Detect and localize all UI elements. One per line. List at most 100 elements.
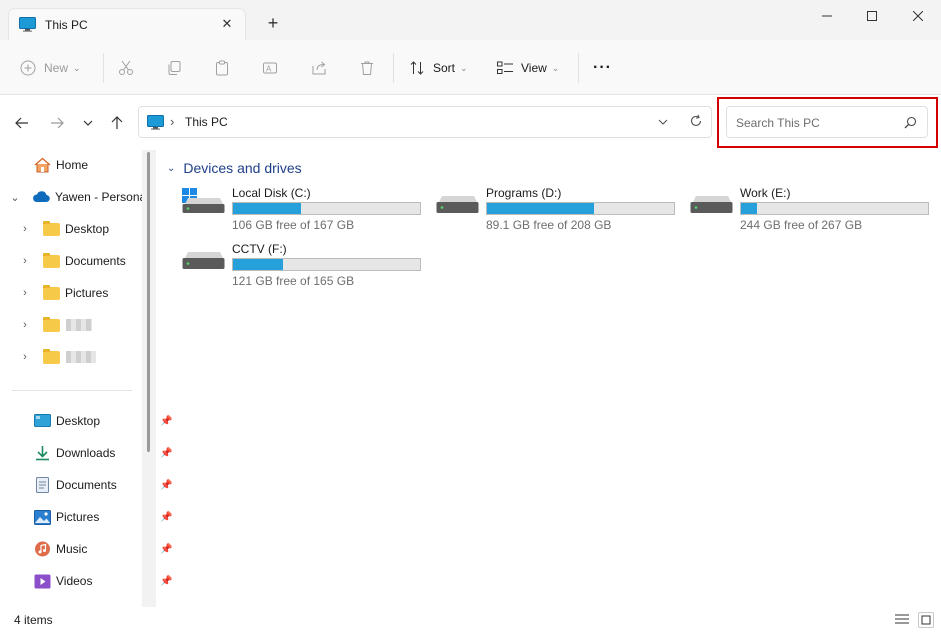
drive-free-space: 121 GB free of 165 GB [232, 274, 355, 288]
toolbar-divider [578, 53, 579, 83]
new-button[interactable]: New ⌄ [20, 53, 81, 83]
drive-item-d[interactable]: Programs (D:) 89.1 GB free of 208 GB [436, 186, 676, 234]
breadcrumb-separator: › [170, 114, 175, 129]
sidebar-divider [12, 390, 132, 391]
sidebar-scrollbar-thumb[interactable] [147, 152, 150, 452]
breadcrumb-this-pc[interactable]: This PC [185, 115, 228, 129]
view-button[interactable]: View ⌄ [497, 53, 559, 83]
share-button[interactable] [311, 53, 327, 83]
forward-button[interactable] [46, 113, 68, 133]
chevron-right-icon[interactable]: › [20, 319, 30, 331]
status-bar: 4 items [0, 607, 941, 632]
drive-name: Programs (D:) [486, 186, 562, 200]
up-button[interactable] [106, 113, 128, 133]
quick-access-videos[interactable]: Videos 📌 [34, 569, 172, 593]
search-input[interactable]: Search This PC [736, 116, 820, 130]
minimize-button[interactable] [804, 0, 850, 32]
sidebar-item-onedrive[interactable]: ⌄ Yawen - Personal [10, 185, 149, 209]
drive-usage-bar [232, 202, 421, 215]
sidebar-item-label: Videos [56, 574, 93, 588]
navigation-pane: Home ⌄ Yawen - Personal › Desktop › Docu… [0, 150, 172, 607]
rename-icon: A [263, 62, 277, 74]
toolbar-divider [103, 53, 104, 83]
new-tab-button[interactable]: + [262, 12, 284, 34]
sidebar-item-documents[interactable]: › Documents [20, 249, 126, 273]
close-window-button[interactable] [895, 0, 941, 32]
pin-icon: 📌 [160, 575, 173, 587]
item-count: 4 items [14, 613, 53, 627]
chevron-right-icon[interactable]: › [20, 351, 30, 363]
chevron-right-icon[interactable]: › [20, 223, 30, 235]
document-icon [36, 477, 49, 493]
sidebar-item-desktop[interactable]: › Desktop [20, 217, 109, 241]
group-header-devices[interactable]: ⌄ Devices and drives [167, 160, 302, 176]
sort-label: Sort [433, 61, 456, 75]
pin-icon: 📌 [160, 511, 173, 523]
svg-text:A: A [266, 65, 272, 74]
copy-button[interactable] [166, 53, 182, 83]
paste-button[interactable] [214, 53, 230, 83]
details-view-icon[interactable] [895, 613, 909, 625]
share-icon [312, 61, 326, 75]
drive-free-space: 244 GB free of 267 GB [740, 218, 863, 232]
minimize-icon [822, 15, 832, 17]
drive-item-f[interactable]: CCTV (F:) 121 GB free of 165 GB [182, 242, 422, 290]
drive-name: Work (E:) [740, 186, 791, 200]
more-options-button[interactable]: ··· [593, 53, 612, 83]
drive-usage-bar [740, 202, 929, 215]
chevron-down-icon[interactable]: ⌄ [167, 163, 175, 174]
drive-item-e[interactable]: Work (E:) 244 GB free of 267 GB [690, 186, 930, 234]
tab-title: This PC [45, 18, 88, 32]
sort-button[interactable]: Sort ⌄ [409, 53, 468, 83]
large-icons-view-button[interactable] [918, 612, 934, 628]
drive-item-c[interactable]: Local Disk (C:) 106 GB free of 167 GB [182, 186, 422, 234]
chevron-down-icon: ⌄ [551, 62, 560, 73]
desktop-icon [34, 414, 51, 427]
quick-access-desktop[interactable]: Desktop 📌 [34, 409, 172, 433]
tab-this-pc[interactable]: This PC ✕ [8, 8, 246, 40]
chevron-down-icon[interactable] [657, 115, 669, 129]
refresh-icon[interactable] [689, 114, 703, 128]
cut-button[interactable] [118, 53, 134, 83]
sidebar-item-home[interactable]: Home [34, 153, 88, 177]
chevron-down-icon: ⌄ [460, 62, 468, 73]
chevron-right-icon[interactable]: › [20, 287, 30, 299]
quick-access-music[interactable]: Music 📌 [34, 537, 172, 561]
folder-icon [43, 252, 60, 268]
drive-usage-fill [741, 203, 758, 214]
chevron-down-icon: ⌄ [73, 62, 81, 73]
search-box[interactable]: Search This PC [726, 106, 928, 138]
recent-locations-button[interactable] [77, 113, 99, 133]
new-label: New [44, 61, 69, 75]
drive-usage-fill [487, 203, 594, 214]
redacted-label [66, 319, 92, 331]
quick-access-documents[interactable]: Documents 📌 [34, 473, 172, 497]
rename-button[interactable]: A [262, 53, 278, 83]
quick-access-pictures[interactable]: Pictures 📌 [34, 505, 172, 529]
sidebar-item-redacted-folder[interactable]: › [20, 313, 92, 337]
hard-drive-icon [182, 252, 225, 269]
trash-icon [361, 61, 373, 75]
drive-name: Local Disk (C:) [232, 186, 311, 200]
sidebar-item-redacted-folder[interactable]: › [20, 345, 96, 369]
delete-button[interactable] [359, 53, 375, 83]
sidebar-item-pictures[interactable]: › Pictures [20, 281, 108, 305]
tab-close-button[interactable]: ✕ [217, 14, 237, 34]
pin-icon: 📌 [160, 479, 173, 491]
plus-circle-icon [20, 60, 36, 76]
arrow-left-icon [15, 117, 28, 129]
drive-usage-fill [233, 259, 283, 270]
chevron-right-icon[interactable]: › [20, 255, 30, 267]
chevron-down-icon[interactable]: ⌄ [10, 191, 20, 204]
folder-icon [43, 220, 60, 236]
view-label: View [521, 61, 547, 75]
address-bar[interactable]: › This PC [138, 106, 712, 138]
sidebar-item-label: Yawen - Personal [55, 190, 149, 204]
paste-icon [216, 60, 228, 76]
sidebar-item-label: Pictures [65, 286, 109, 300]
maximize-button[interactable] [849, 0, 895, 32]
sidebar-item-label: Home [56, 158, 89, 172]
quick-access-downloads[interactable]: Downloads 📌 [34, 441, 172, 465]
arrow-right-icon [51, 117, 64, 129]
back-button[interactable] [11, 113, 33, 133]
